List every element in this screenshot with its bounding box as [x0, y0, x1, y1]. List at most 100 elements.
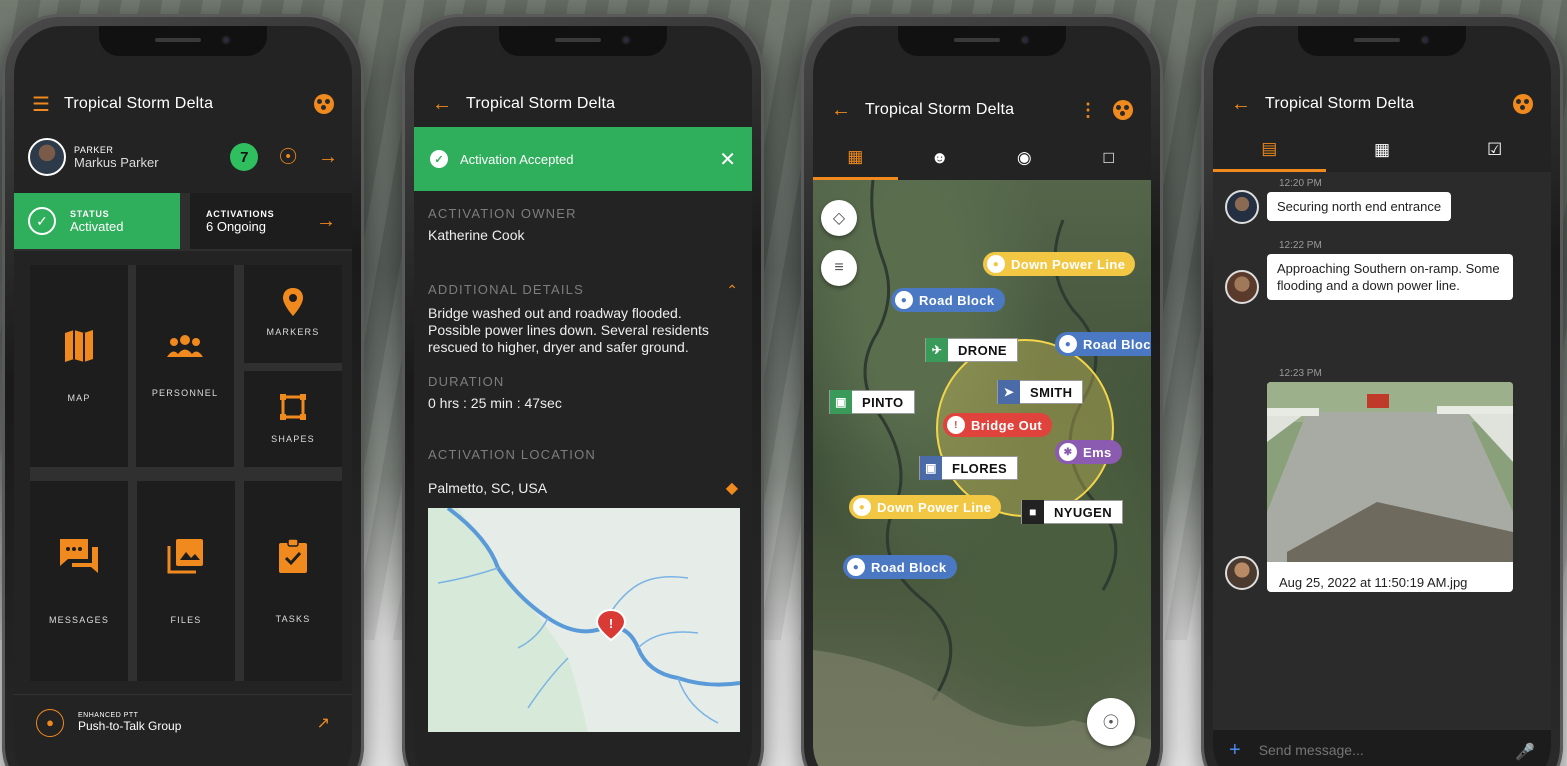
tile-label: TASKS	[275, 614, 311, 624]
hamburger-menu-icon[interactable]: ☰	[32, 92, 50, 117]
owner-section: ACTIVATION OWNER Katherine Cook	[428, 206, 738, 244]
tab-markers[interactable]: ◉	[982, 136, 1067, 180]
activations-card[interactable]: ACTIVATIONS 6 Ongoing →	[190, 193, 352, 249]
people-icon	[167, 335, 203, 357]
feature-grid: MAP PERSONNEL MARKERS SHAPES MESSAGES FI…	[30, 265, 342, 681]
tab-files[interactable]: ▦	[1326, 128, 1439, 172]
app-logo-icon[interactable]	[1513, 94, 1533, 114]
avatar[interactable]	[1225, 556, 1259, 590]
duration-label: DURATION	[428, 374, 505, 389]
activation-screen: ← Tropical Storm Delta ✓ Activation Acce…	[414, 26, 752, 766]
page-title: Tropical Storm Delta	[466, 95, 616, 112]
microphone-icon[interactable]: 🎤	[1515, 742, 1535, 762]
marker-ems[interactable]: ✱ Ems	[1055, 440, 1122, 464]
more-vert-icon[interactable]: ⋮	[1079, 100, 1097, 121]
image-attachment[interactable]: Aug 25, 2022 at 11:50:19 AM.jpg	[1267, 382, 1513, 592]
chevron-up-icon[interactable]: ⌃	[726, 282, 738, 299]
message-time: 12:20 PM	[1279, 178, 1322, 189]
message-list: 12:20 PM Securing north end entrance 12:…	[1213, 172, 1551, 732]
marker-road-block[interactable]: ● Road Bloc	[1055, 332, 1151, 356]
location-section: ACTIVATION LOCATION Palmetto, SC, USA ◆	[428, 447, 738, 498]
clipboard-check-icon: ☑	[1487, 140, 1503, 159]
page-title: Tropical Storm Delta	[63, 95, 214, 112]
microphone-icon[interactable]: ●	[36, 708, 64, 737]
map-icon	[65, 330, 93, 362]
tab-shapes[interactable]: □	[1067, 136, 1152, 180]
message-time: 12:23 PM	[1279, 368, 1322, 379]
status-label: STATUS	[70, 208, 110, 219]
marker-flores[interactable]: ▣ FLORES	[919, 456, 1019, 480]
marker-road-block[interactable]: ● Road Block	[891, 288, 1005, 312]
app-bar: ← Tropical Storm Delta	[414, 82, 752, 126]
chat-screen: ← Tropical Storm Delta ▤ ▦ ☑ 12:20 PM Se…	[1213, 26, 1551, 766]
tile-files[interactable]: FILES	[137, 481, 235, 681]
user-name: Markus Parker	[74, 154, 159, 170]
back-arrow-icon[interactable]: ←	[1231, 93, 1251, 116]
back-arrow-icon[interactable]: ←	[432, 93, 452, 116]
user-row: PARKER Markus Parker 7 ☉ →	[28, 132, 338, 182]
clipboard-check-icon	[279, 538, 307, 573]
tile-personnel[interactable]: PERSONNEL	[136, 265, 234, 467]
map-screen: ← Tropical Storm Delta ⋮ ▦ ☻ ◉ □ ◇ ≡ ● Do…	[813, 26, 1151, 766]
marker-down-power-line[interactable]: ● Down Power Line	[983, 252, 1136, 276]
tile-map[interactable]: MAP	[30, 265, 128, 467]
bridge-photo	[1267, 382, 1513, 562]
navigation-badge[interactable]: 7	[230, 143, 259, 171]
activation-banner: ✓ Activation Accepted ✕	[414, 127, 752, 191]
chat-icon	[60, 539, 98, 573]
tile-tasks[interactable]: TASKS	[244, 481, 342, 681]
status-card[interactable]: ✓ STATUS Activated	[14, 193, 180, 249]
location-map[interactable]: !	[428, 508, 740, 732]
avatar[interactable]	[1225, 190, 1259, 224]
message-bubble[interactable]: Approaching Southern on-ramp. Some flood…	[1267, 254, 1513, 300]
tab-messages[interactable]: ▤	[1213, 128, 1326, 172]
tile-messages[interactable]: MESSAGES	[30, 481, 128, 681]
status-row: ✓ STATUS Activated ACTIVATIONS 6 Ongoing…	[14, 193, 352, 251]
ptt-bar[interactable]: ● ENHANCED PTT Push-to-Talk Group ↗	[14, 694, 352, 750]
marker-bridge-out[interactable]: ! Bridge Out	[943, 413, 1053, 437]
message-bubble[interactable]: Securing north end entrance	[1267, 192, 1452, 221]
tab-map[interactable]: ▦	[813, 136, 898, 180]
details-value: Bridge washed out and roadway flooded. P…	[428, 305, 709, 355]
open-external-icon[interactable]: ↗	[317, 713, 330, 733]
marker-nyugen[interactable]: ■ NYUGEN	[1021, 500, 1124, 524]
satellite-map[interactable]: ◇ ≡ ● Down Power Line ● Road Block ✈ DRONE …	[813, 180, 1151, 766]
tab-personnel[interactable]: ☻	[898, 136, 983, 180]
marker-smith[interactable]: ➤ SMITH	[997, 380, 1084, 404]
chat-tabs: ▤ ▦ ☑	[1213, 128, 1551, 172]
marker-pin-icon	[283, 288, 303, 316]
shape-square-icon: □	[1103, 148, 1114, 167]
tile-label: MARKERS	[266, 327, 320, 337]
location-label: ACTIVATION LOCATION	[428, 447, 596, 462]
my-location-icon[interactable]: ☉	[1087, 698, 1135, 746]
message-input[interactable]	[1258, 742, 1516, 758]
avatar[interactable]	[1225, 270, 1259, 304]
marker-pinto[interactable]: ▣ PINTO	[829, 390, 915, 414]
marker-down-power-line[interactable]: ● Down Power Line	[849, 495, 1002, 519]
close-icon[interactable]: ✕	[719, 147, 736, 172]
ptt-value: Push-to-Talk Group	[78, 719, 182, 733]
app-bar: ← Tropical Storm Delta ⋮	[813, 88, 1151, 132]
tile-label: SHAPES	[271, 434, 315, 444]
directions-icon[interactable]: ◆	[726, 478, 738, 498]
marker-road-block[interactable]: ● Road Block	[843, 555, 957, 579]
filter-icon[interactable]: ≡	[821, 250, 857, 286]
tile-shapes[interactable]: SHAPES	[244, 371, 342, 467]
location-value: Palmetto, SC, USA	[428, 479, 548, 496]
add-icon[interactable]: +	[1229, 740, 1241, 760]
river-map: !	[428, 508, 740, 732]
app-logo-icon[interactable]	[1113, 100, 1133, 120]
avatar[interactable]	[28, 138, 66, 176]
back-arrow-icon[interactable]: ←	[831, 99, 851, 122]
arrow-right-icon[interactable]: →	[318, 146, 338, 169]
app-bar: ☰ Tropical Storm Delta	[14, 82, 352, 126]
layers-icon[interactable]: ◇	[821, 200, 857, 236]
tile-markers[interactable]: MARKERS	[244, 265, 342, 363]
notch	[898, 26, 1066, 56]
chat-icon: ▤	[1261, 138, 1278, 158]
page-title: Tropical Storm Delta	[865, 101, 1015, 118]
marker-drone[interactable]: ✈ DRONE	[925, 338, 1018, 362]
tab-tasks[interactable]: ☑	[1438, 128, 1551, 172]
location-target-icon[interactable]: ☉	[278, 144, 298, 170]
app-logo-icon[interactable]	[314, 94, 334, 114]
